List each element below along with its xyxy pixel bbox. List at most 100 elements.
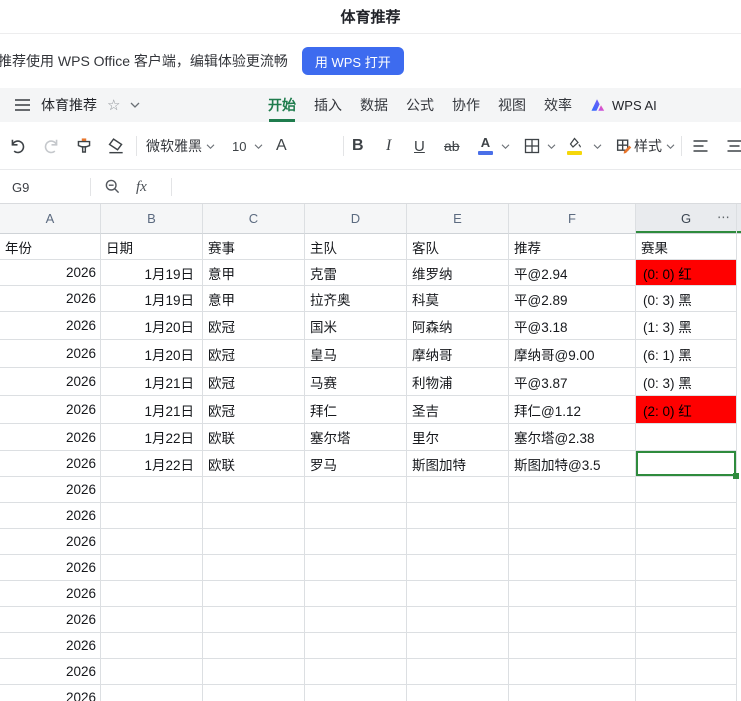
cell-away-team[interactable]: 利物浦 [407,368,509,396]
cell-away-team[interactable] [407,581,509,607]
open-in-wps-button[interactable]: 用 WPS 打开 [301,47,404,75]
cell-date[interactable] [101,659,203,685]
cell-tip[interactable] [509,685,636,701]
cell-year[interactable]: 2026 [0,633,101,659]
cell-away-team[interactable]: 斯图加特 [407,451,509,477]
tab-5[interactable]: 协作 [452,88,480,122]
column-header-B[interactable]: B [101,204,203,234]
cell-away-team[interactable] [407,555,509,581]
cell-year[interactable]: 2026 [0,286,101,312]
cell-league[interactable]: 欧冠 [203,396,305,424]
cell-tip[interactable]: 平@2.94 [509,260,636,286]
cell-date[interactable] [101,581,203,607]
cell-year[interactable]: 2026 [0,659,101,685]
cell-style-chevron-icon[interactable] [666,122,675,170]
cell-league[interactable]: 欧冠 [203,368,305,396]
cell-date[interactable]: 1月21日 [101,368,203,396]
cell-year[interactable]: 2026 [0,555,101,581]
cell-home-team[interactable]: 拉齐奥 [305,286,407,312]
cell-style-icon[interactable] [615,122,634,170]
cell-tip[interactable]: 拜仁@1.12 [509,396,636,424]
cell-date[interactable] [101,477,203,503]
cell-date[interactable]: 1月20日 [101,312,203,340]
cell-date[interactable] [101,633,203,659]
title-chevron-down-icon[interactable] [130,101,140,109]
cell-home-team[interactable] [305,685,407,701]
cell-date[interactable] [101,607,203,633]
selected-cell[interactable] [636,451,739,479]
bold-button[interactable]: B [352,122,364,170]
column-header-F[interactable]: F [509,204,636,234]
cell-league[interactable]: 欧联 [203,451,305,477]
cell-tip[interactable]: 平@3.87 [509,368,636,396]
cell-away-team[interactable]: 维罗纳 [407,260,509,286]
field-header-cell[interactable]: 赛事 [203,234,305,260]
cell-home-team[interactable] [305,633,407,659]
cell-league[interactable] [203,659,305,685]
cell-year[interactable]: 2026 [0,503,101,529]
field-header-cell[interactable]: 客队 [407,234,509,260]
cell-date[interactable] [101,685,203,701]
cell-home-team[interactable] [305,555,407,581]
cell-league[interactable]: 欧联 [203,424,305,451]
cell-year[interactable]: 2026 [0,451,101,477]
field-header-cell[interactable]: 日期 [101,234,203,260]
cell-tip[interactable] [509,581,636,607]
cell-away-team[interactable] [407,633,509,659]
cell-result[interactable] [636,529,737,555]
cell-result[interactable] [636,633,737,659]
underline-button[interactable]: U [414,122,425,170]
cell-league[interactable]: 意甲 [203,286,305,312]
cell-league[interactable] [203,555,305,581]
cell-away-team[interactable] [407,529,509,555]
cell-result[interactable] [636,477,737,503]
cell-date[interactable] [101,555,203,581]
cell-year[interactable]: 2026 [0,424,101,451]
cell-league[interactable] [203,529,305,555]
font-size-select[interactable]: 10 [232,122,246,170]
font-color-chevron-icon[interactable] [501,122,510,170]
cell-home-team[interactable] [305,659,407,685]
cell-tip[interactable]: 平@3.18 [509,312,636,340]
tab-2[interactable]: 插入 [314,88,342,122]
column-header-C[interactable]: C [203,204,305,234]
borders-icon[interactable] [523,122,541,170]
insert-function-fx-icon[interactable]: fx [136,170,147,204]
cell-date[interactable]: 1月20日 [101,340,203,368]
cell-year[interactable]: 2026 [0,340,101,368]
font-name-select[interactable]: 微软雅黑 [146,122,202,170]
favorite-star-icon[interactable]: ☆ [107,98,120,113]
cell-league[interactable] [203,633,305,659]
cell-away-team[interactable] [407,477,509,503]
font-name-chevron-icon[interactable] [206,122,215,170]
cell-away-team[interactable]: 科莫 [407,286,509,312]
cell-result[interactable]: (0: 3) 黑 [636,368,737,396]
more-columns-icon[interactable]: ⋯ [717,209,731,225]
zoom-search-icon[interactable] [104,170,122,204]
field-header-cell[interactable]: 推荐 [509,234,636,260]
cell-result[interactable] [636,607,737,633]
cell-result[interactable] [636,555,737,581]
cell-tip[interactable] [509,607,636,633]
cell-result[interactable] [636,659,737,685]
cell-result[interactable]: (0: 3) 黑 [636,286,737,312]
cell-home-team[interactable]: 拜仁 [305,396,407,424]
cell-away-team[interactable]: 里尔 [407,424,509,451]
cell-league[interactable]: 欧冠 [203,340,305,368]
cell-date[interactable] [101,503,203,529]
cell-home-team[interactable]: 克雷 [305,260,407,286]
hamburger-menu-icon[interactable] [14,98,31,112]
redo-icon[interactable] [42,122,61,170]
cell-date[interactable]: 1月22日 [101,451,203,477]
cell-home-team[interactable]: 塞尔塔 [305,424,407,451]
field-header-cell[interactable]: 赛果 [636,234,737,260]
tab-1[interactable]: 开始 [268,88,296,122]
cell-away-team[interactable] [407,503,509,529]
cell-home-team[interactable] [305,529,407,555]
cell-home-team[interactable]: 国米 [305,312,407,340]
cell-away-team[interactable] [407,659,509,685]
cell-tip[interactable] [509,503,636,529]
field-header-cell[interactable]: 主队 [305,234,407,260]
font-color-button[interactable]: A [478,122,493,170]
cell-date[interactable]: 1月19日 [101,260,203,286]
